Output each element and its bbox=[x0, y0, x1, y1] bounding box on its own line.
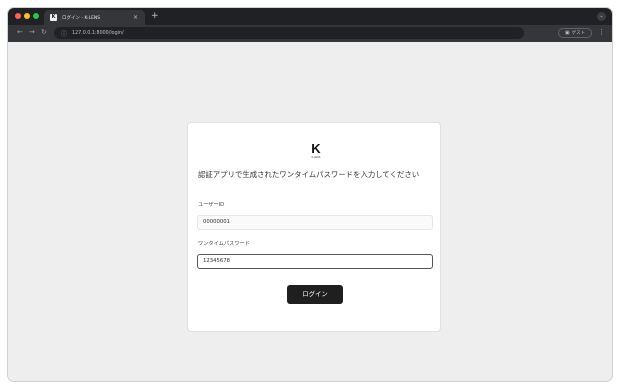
close-window-button[interactable] bbox=[15, 13, 21, 19]
browser-titlebar: K ログイン - K-LENS × + ⌄ bbox=[8, 8, 612, 25]
logo-letter: K bbox=[311, 141, 321, 156]
back-arrow-icon[interactable]: ← bbox=[17, 28, 23, 36]
maximize-window-button[interactable] bbox=[33, 13, 39, 19]
tab-title: ログイン - K-LENS bbox=[62, 15, 101, 21]
browser-tab[interactable]: K ログイン - K-LENS × bbox=[44, 10, 145, 25]
instruction-text: 認証アプリで生成されたワンタイムパスワードを入力してください bbox=[198, 170, 420, 179]
otp-label: ワンタイムパスワード bbox=[198, 241, 250, 247]
forward-arrow-icon[interactable]: → bbox=[29, 28, 35, 36]
browser-toolbar: ← → ↻ ⓘ 127.0.0.1:8000/login/ ▣ ゲスト ⋮ bbox=[8, 25, 612, 42]
browser-menu-icon[interactable]: ⋮ bbox=[598, 28, 605, 36]
tab-favicon-icon: K bbox=[50, 14, 57, 21]
user-id-field[interactable]: 00000001 bbox=[197, 215, 433, 230]
reload-icon[interactable]: ↻ bbox=[41, 28, 47, 36]
page-viewport: K K-LENS 認証アプリで生成されたワンタイムパスワードを入力してください … bbox=[8, 42, 612, 381]
close-tab-icon[interactable]: × bbox=[133, 14, 138, 21]
otp-field[interactable]: 12345678 bbox=[197, 254, 433, 269]
new-tab-icon[interactable]: + bbox=[151, 11, 159, 21]
profile-label: ゲスト bbox=[571, 31, 586, 36]
browser-window: K ログイン - K-LENS × + ⌄ ← → ↻ ⓘ 127.0.0.1:… bbox=[8, 8, 612, 381]
k-lens-logo: K K-LENS bbox=[311, 141, 321, 159]
tab-search-icon[interactable]: ⌄ bbox=[597, 12, 606, 21]
guest-profile-icon: ▣ bbox=[564, 30, 570, 36]
logo-caption: K-LENS bbox=[312, 156, 321, 159]
profile-button[interactable]: ▣ ゲスト bbox=[558, 28, 592, 38]
url-text[interactable]: 127.0.0.1:8000/login/ bbox=[72, 31, 124, 36]
login-card: K K-LENS 認証アプリで生成されたワンタイムパスワードを入力してください … bbox=[187, 122, 441, 332]
address-bar[interactable]: ⓘ 127.0.0.1:8000/login/ bbox=[54, 27, 524, 39]
user-id-label: ユーザーID bbox=[198, 202, 225, 208]
login-button[interactable]: ログイン bbox=[287, 285, 343, 304]
site-info-icon[interactable]: ⓘ bbox=[61, 29, 67, 38]
minimize-window-button[interactable] bbox=[24, 13, 30, 19]
